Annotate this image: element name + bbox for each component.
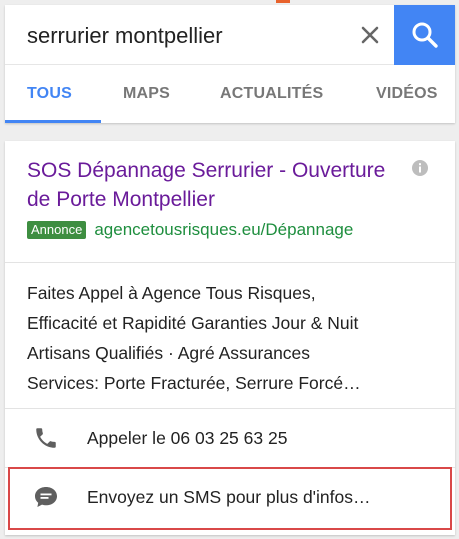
search-icon bbox=[412, 22, 438, 48]
call-extension[interactable]: Appeler le 06 03 25 63 25 bbox=[5, 409, 455, 467]
ad-result-card: SOS Dépannage Serrurier - Ouverture de P… bbox=[5, 141, 455, 535]
info-icon[interactable] bbox=[411, 159, 429, 177]
ad-description: Faites Appel à Agence Tous Risques, Effi… bbox=[27, 278, 432, 398]
page: TOUS MAPS ACTUALITÉS VIDÉOS SOS Dépannag… bbox=[0, 0, 459, 539]
sms-label: Envoyez un SMS pour plus d'infos… bbox=[87, 486, 371, 507]
search-tabs: TOUS MAPS ACTUALITÉS VIDÉOS bbox=[5, 65, 455, 123]
description-line: Efficacité et Rapidité Garanties Jour & … bbox=[27, 313, 359, 333]
ad-url-link[interactable]: agencetousrisques.eu/Dépannage bbox=[94, 220, 353, 240]
ad-title-link[interactable]: SOS Dépannage Serrurier - Ouverture de P… bbox=[27, 156, 387, 214]
tab-videos[interactable]: VIDÉOS bbox=[376, 65, 450, 123]
ad-url-row: Annonce agencetousrisques.eu/Dépannage bbox=[27, 219, 432, 241]
search-header: TOUS MAPS ACTUALITÉS VIDÉOS bbox=[5, 5, 455, 123]
message-icon bbox=[31, 482, 61, 512]
description-line: Services: Porte Fracturée, Serrure Forcé… bbox=[27, 373, 361, 393]
tab-actualites[interactable]: ACTUALITÉS bbox=[220, 65, 323, 123]
phone-icon bbox=[31, 423, 61, 453]
search-button[interactable] bbox=[394, 5, 455, 65]
sms-extension[interactable]: Envoyez un SMS pour plus d'infos… bbox=[5, 468, 455, 526]
search-bar bbox=[5, 5, 455, 65]
call-label: Appeler le 06 03 25 63 25 bbox=[87, 427, 288, 448]
divider bbox=[5, 262, 455, 263]
description-line: Artisans Qualifiés · Agré Assurances bbox=[27, 343, 311, 363]
close-icon bbox=[361, 26, 379, 44]
active-tab-indicator bbox=[5, 120, 101, 123]
ad-badge: Annonce bbox=[27, 221, 87, 239]
tab-tous[interactable]: TOUS bbox=[27, 65, 72, 123]
top-accent-sliver bbox=[276, 0, 290, 3]
description-line: Faites Appel à Agence Tous Risques, bbox=[27, 283, 316, 303]
search-input[interactable] bbox=[27, 21, 357, 51]
tab-maps[interactable]: MAPS bbox=[123, 65, 170, 123]
clear-search-button[interactable] bbox=[355, 19, 385, 51]
